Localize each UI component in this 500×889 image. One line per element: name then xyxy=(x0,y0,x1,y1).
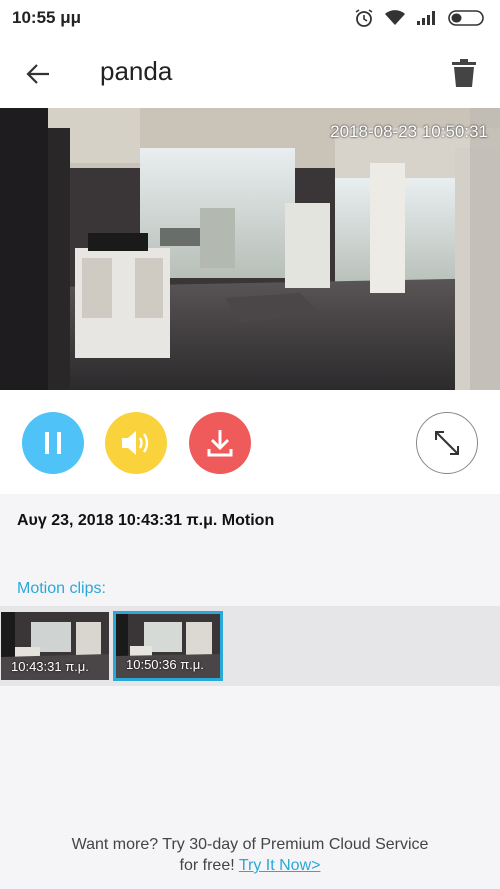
event-details: Αυγ 23, 2018 10:43:31 π.μ. Motion Motion… xyxy=(0,494,500,889)
camera-scene-image xyxy=(0,108,500,390)
arrow-left-icon xyxy=(26,64,49,84)
promo-text-prefix: for free! xyxy=(179,857,239,874)
promo-text: Want more? Try 30-day of Premium Cloud S… xyxy=(71,836,429,853)
clip-thumbnail-selected[interactable]: 10:50:36 π.μ. xyxy=(113,611,223,681)
pause-icon xyxy=(45,432,61,454)
video-timestamp: 2018-08-23 10:50:31 xyxy=(330,122,488,141)
speaker-icon xyxy=(122,431,149,455)
clip-time: 10:50:36 π.μ. xyxy=(126,657,204,672)
signal-icon xyxy=(417,11,435,25)
try-it-now-link[interactable]: Try It Now> xyxy=(239,857,321,874)
battery-icon xyxy=(448,10,484,26)
alarm-icon xyxy=(355,9,373,27)
promo-line2: for free! Try It Now> xyxy=(0,855,500,876)
page-title: panda xyxy=(100,56,173,86)
delete-button[interactable] xyxy=(448,56,480,90)
playback-controls xyxy=(0,390,500,494)
app-bar: panda xyxy=(0,36,500,108)
event-title: Αυγ 23, 2018 10:43:31 π.μ. Motion xyxy=(17,512,275,529)
status-bar: 10:55 μμ xyxy=(0,0,500,36)
download-button[interactable] xyxy=(189,412,251,474)
pause-button[interactable] xyxy=(22,412,84,474)
clips-label: Motion clips: xyxy=(17,580,106,597)
fullscreen-button[interactable] xyxy=(416,412,478,474)
sound-button[interactable] xyxy=(105,412,167,474)
expand-icon xyxy=(435,431,459,455)
back-button[interactable] xyxy=(22,58,54,90)
trash-icon xyxy=(452,59,476,87)
wifi-icon xyxy=(385,10,405,25)
video-player[interactable]: 2018-08-23 10:50:31 xyxy=(0,108,500,390)
status-icons xyxy=(354,8,488,28)
promo-banner: Want more? Try 30-day of Premium Cloud S… xyxy=(0,834,500,876)
status-time: 10:55 μμ xyxy=(12,8,82,27)
clip-thumbnail[interactable]: 10:43:31 π.μ. xyxy=(1,612,109,680)
clip-time: 10:43:31 π.μ. xyxy=(11,659,89,674)
download-icon xyxy=(207,430,233,457)
clips-strip[interactable]: 10:43:31 π.μ. 10:50:36 π.μ. xyxy=(0,606,500,686)
